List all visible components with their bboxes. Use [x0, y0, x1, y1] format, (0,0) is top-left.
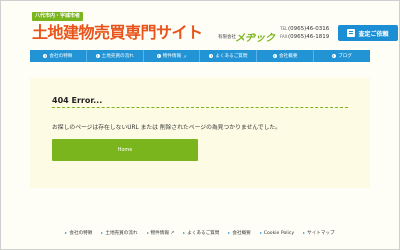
error-content: 404 Error... お探しのページは存在しないURL または 削除されたペ… [30, 78, 370, 188]
tel-number[interactable]: (0965)46-0316 [288, 25, 329, 33]
footer-link-properties[interactable]: 物件情報 ↗ [146, 230, 175, 236]
arrow-right-icon [101, 232, 104, 234]
footer-link-label: 物件情報 ↗ [150, 231, 175, 236]
document-icon [347, 29, 356, 37]
nav-item-label: よくあるご質問 [215, 54, 248, 59]
footer-link-label: 土地売買の流れ [105, 231, 138, 236]
phone-row-tel: TEL (0965)46-0316 [280, 25, 329, 33]
footer-nav: 会社の特徴 土地売買の流れ 物件情報 ↗ よくあるご質問 会社概要 Cookie… [0, 226, 400, 240]
company-logo: メヂック [235, 33, 275, 44]
global-nav: 会社の特徴 土地売買の流れ 物件情報 ↗ よくあるご質問 会社概要 ブログ [30, 50, 370, 62]
footer-link-label: Cookie Policy [263, 230, 295, 236]
nav-item-properties[interactable]: 物件情報 ↗ [144, 50, 201, 62]
nav-item-flow[interactable]: 土地売買の流れ [87, 50, 144, 62]
error-message: お探しのページは存在しないURL または 削除されたページの為見つかりませんでし… [52, 125, 281, 131]
nav-item-blog[interactable]: ブログ [314, 50, 370, 62]
fax-number: (0965)46-1819 [288, 34, 330, 40]
nav-item-label: ブログ [338, 54, 352, 59]
site-logo[interactable]: 土地建物売買専門サイト [32, 23, 203, 43]
fax-label: FAX [280, 34, 288, 39]
arrow-circle-icon [332, 54, 337, 58]
footer-link-company[interactable]: 会社概要 [228, 230, 251, 236]
arrow-circle-icon [209, 54, 214, 58]
footer-link-label: 会社概要 [232, 231, 251, 236]
home-button[interactable]: Home [52, 139, 198, 161]
external-link-icon: ↗ [183, 53, 187, 59]
arrow-right-icon [146, 232, 149, 234]
tagline-badge: 八代市内・宇城市者 [32, 12, 84, 21]
nav-item-company[interactable]: 会社概要 [257, 50, 315, 62]
assessment-request-label: 査定ご依頼 [358, 30, 389, 38]
tel-label: TEL [280, 26, 288, 31]
arrow-right-icon [183, 232, 186, 234]
footer-link-features[interactable]: 会社の特徴 [65, 230, 92, 236]
arrow-right-icon [65, 232, 68, 234]
arrow-right-icon [259, 232, 262, 234]
company-prefix: 有限会社 [218, 35, 236, 40]
nav-item-label: 会社概要 [279, 54, 298, 59]
footer-link-label: 会社の特徴 [69, 231, 93, 236]
arrow-circle-icon [43, 54, 48, 58]
footer-link-faq[interactable]: よくあるご質問 [183, 230, 219, 236]
page-title: 404 Error... [52, 96, 103, 105]
arrow-circle-icon [95, 54, 100, 58]
nav-item-faq[interactable]: よくあるご質問 [200, 50, 258, 62]
arrow-circle-icon [156, 54, 161, 58]
nav-item-label: 会社の特徴 [49, 54, 73, 59]
arrow-right-icon [303, 232, 306, 234]
footer-link-label: サイトマップ [307, 231, 335, 236]
nav-item-label: 物件情報 [162, 54, 182, 59]
nav-item-label: 土地売買の流れ [101, 54, 134, 59]
arrow-right-icon [228, 232, 231, 234]
arrow-circle-icon [273, 54, 278, 58]
nav-item-features[interactable]: 会社の特徴 [30, 50, 87, 62]
title-divider [52, 107, 348, 108]
phone-block: TEL (0965)46-0316 FAX (0965)46-1819 [280, 25, 329, 41]
phone-row-fax: FAX (0965)46-1819 [280, 33, 329, 41]
assessment-request-button[interactable]: 査定ご依頼 [338, 25, 398, 41]
footer-link-label: よくあるご質問 [187, 231, 220, 236]
site-header: 八代市内・宇城市者 土地建物売買専門サイト 有限会社 メヂック TEL (096… [30, 12, 398, 48]
footer-link-sitemap[interactable]: サイトマップ [303, 230, 335, 236]
footer-link-cookie[interactable]: Cookie Policy [259, 230, 295, 236]
footer-link-flow[interactable]: 土地売買の流れ [101, 230, 138, 236]
